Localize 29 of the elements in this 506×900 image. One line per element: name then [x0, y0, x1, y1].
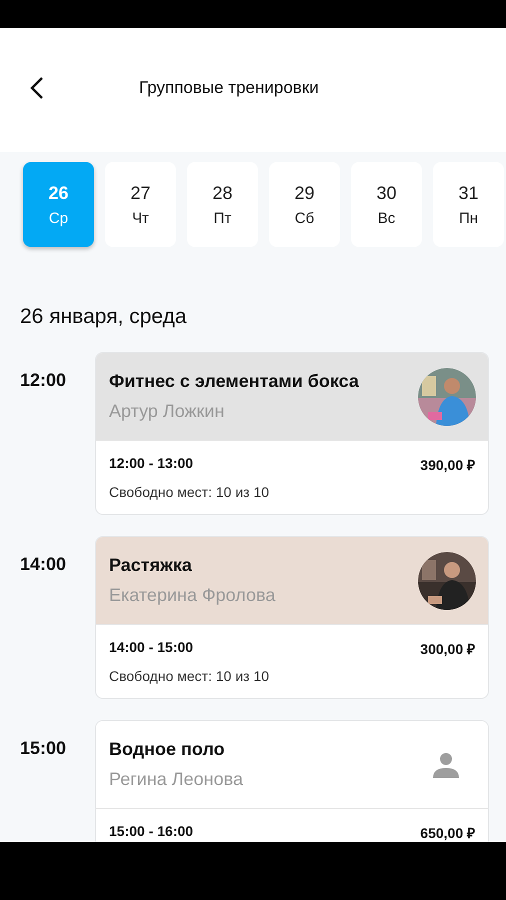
class-title: Фитнес с элементами бокса — [109, 371, 359, 392]
class-title: Растяжка — [109, 555, 193, 576]
price: 650,00 ₽ — [420, 824, 475, 842]
trainer-name: Артур Ложкин — [109, 401, 226, 422]
page-title: Групповые тренировки — [139, 78, 319, 98]
start-time: 12:00 — [19, 369, 68, 392]
class-card[interactable]: Водное поло Регина Леонова 15:00 - 16:00 650,00 ₽ — [95, 720, 489, 842]
person-icon — [432, 750, 460, 778]
trainer-name: Регина Леонова — [109, 769, 243, 790]
date-tab[interactable]: 27 Чт — [105, 162, 176, 247]
start-time: 15:00 — [19, 737, 68, 760]
price: 300,00 ₽ — [420, 640, 475, 658]
class-title: Водное поло — [109, 739, 226, 760]
date-tab[interactable]: 31 Пн — [433, 162, 504, 247]
date-tab[interactable]: 30 Вс — [351, 162, 422, 247]
trainer-name: Екатерина Фролова — [109, 585, 276, 606]
time-range: 12:00 - 13:00 — [109, 455, 194, 473]
date-tab[interactable]: 28 Пт — [187, 162, 258, 247]
date-heading: 26 января, среда — [19, 304, 188, 329]
time-range: 14:00 - 15:00 — [109, 639, 194, 657]
free-seats: Свободно мест: 10 из 10 — [109, 668, 475, 684]
price: 390,00 ₽ — [420, 456, 475, 474]
back-icon[interactable] — [30, 76, 44, 100]
start-time: 14:00 — [19, 553, 68, 576]
free-seats: Свободно мест: 10 из 10 — [109, 484, 475, 500]
class-card[interactable]: Фитнес с элементами бокса Артур Ложкин 12:00 - 13:00 390,00 ₽ Свободно мест: 10 из 10 — [95, 352, 489, 515]
time-range: 15:00 - 16:00 — [109, 823, 194, 841]
date-tab[interactable]: 29 Сб — [269, 162, 340, 247]
class-card[interactable]: Растяжка Екатерина Фролова 14:00 - 15:00 300,00 ₽ Свободно мест: 10 из 10 — [95, 536, 489, 699]
